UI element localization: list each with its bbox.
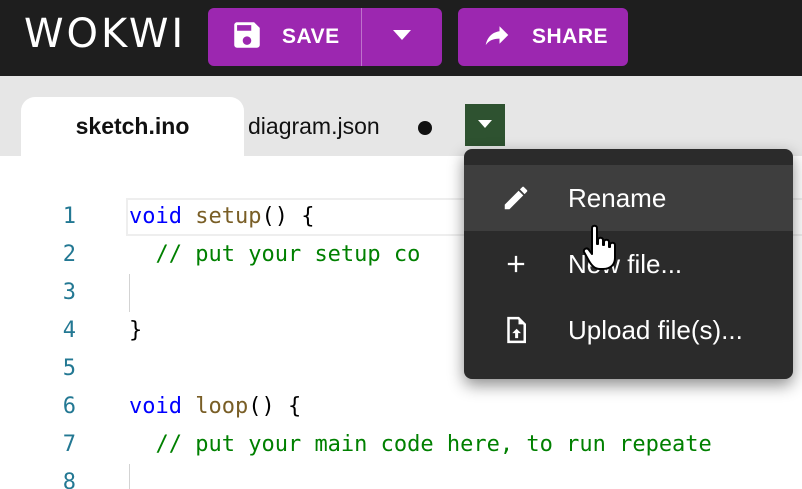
menu-item-label: Rename [568, 182, 667, 213]
indent-guide [129, 274, 130, 312]
code-line-2: // put your setup co [129, 236, 421, 274]
share-button[interactable]: SHARE [458, 8, 628, 66]
line-number: 3 [62, 280, 76, 305]
comment-token: // put your main code here, to run repea… [155, 432, 712, 457]
save-button[interactable]: SAVE [208, 8, 361, 66]
pencil-icon [464, 183, 568, 213]
keyword-token: void [129, 394, 182, 419]
line-number: 4 [62, 318, 76, 343]
plus-icon [464, 250, 568, 278]
share-button-label: SHARE [532, 25, 609, 48]
upload-file-icon [464, 315, 568, 345]
menu-item-label: Upload file(s)... [568, 314, 743, 345]
menu-item-rename[interactable]: Rename [464, 165, 793, 231]
code-line-7: // put your main code here, to run repea… [129, 426, 712, 464]
file-tab-bar: sketch.ino diagram.json [0, 76, 802, 156]
menu-item-new-file[interactable]: New file... [464, 231, 793, 297]
comment-token: // put your setup co [155, 242, 421, 267]
caret-down-icon [391, 28, 413, 47]
top-header: WOKWI SAVE SHARE [0, 0, 802, 76]
punctuation-token: () { [248, 394, 302, 419]
floppy-disk-icon [230, 18, 264, 57]
line-number: 5 [62, 356, 76, 381]
line-number: 6 [62, 394, 76, 419]
line-number: 2 [62, 242, 76, 267]
save-button-group: SAVE [208, 8, 442, 66]
function-name-token: loop [195, 394, 249, 419]
tab-diagram-json[interactable]: diagram.json [248, 97, 380, 156]
line-number: 1 [62, 204, 76, 229]
wokwi-logo[interactable]: WOKWI [24, 12, 186, 56]
share-arrow-icon [480, 20, 514, 55]
save-button-label: SAVE [282, 25, 340, 48]
hand-pointer-icon [581, 222, 621, 272]
code-line-6: void loop() { [129, 388, 301, 426]
menu-item-upload-files[interactable]: Upload file(s)... [464, 297, 793, 363]
line-number: 7 [62, 432, 76, 457]
save-options-dropdown-button[interactable] [362, 8, 442, 66]
caret-down-icon [477, 116, 493, 134]
line-number: 8 [62, 470, 76, 489]
unsaved-changes-dot [418, 121, 432, 135]
file-menu-dropdown-button[interactable] [465, 104, 505, 146]
file-context-menu: Rename New file... Upload file(s)... [464, 149, 793, 379]
code-line-4: } [129, 318, 143, 343]
tab-sketch-ino[interactable]: sketch.ino [21, 97, 244, 156]
indent-guide [129, 464, 130, 489]
